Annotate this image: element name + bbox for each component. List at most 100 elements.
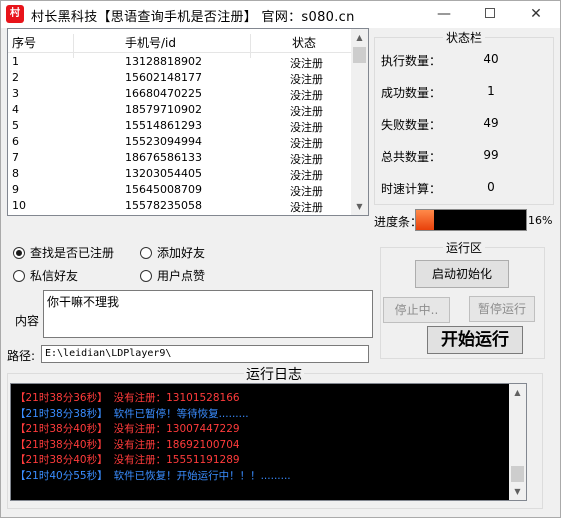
scroll-thumb[interactable] xyxy=(511,466,524,482)
log-timestamp: 【21时38分40秒】 xyxy=(15,423,108,435)
progress-fill xyxy=(416,210,434,230)
radio-user-like[interactable]: 用户点赞 xyxy=(140,267,205,284)
maximize-button[interactable] xyxy=(467,1,513,28)
table-scrollbar[interactable]: ▲ ▼ xyxy=(351,29,368,215)
total-count-value: 99 xyxy=(483,148,499,162)
table-row[interactable]: 8 13203054405 没注册 xyxy=(8,166,353,182)
result-table[interactable]: 序号 手机号/id 状态 1 13128818902 没注册 2 15602148177… xyxy=(7,28,369,216)
radio-label: 添加好友 xyxy=(157,246,206,260)
row-index: 7 xyxy=(12,151,19,164)
row-status: 没注册 xyxy=(290,169,323,182)
row-status: 没注册 xyxy=(290,105,323,118)
table-row[interactable]: 3 16680470225 没注册 xyxy=(8,86,353,102)
radio-label: 用户点赞 xyxy=(157,269,206,283)
log-message: 软件已暂停！等待恢复......... xyxy=(113,407,249,420)
row-index: 2 xyxy=(12,71,19,84)
log-line: 【21时38分40秒】 没有注册：15551191289 xyxy=(15,452,240,467)
log-line: 【21时38分40秒】 没有注册：18692100704 xyxy=(15,437,240,452)
path-input[interactable]: E:\leidian\LDPlayer9\ xyxy=(41,345,369,363)
table-row[interactable]: 9 15645008709 没注册 xyxy=(8,182,353,198)
row-status: 没注册 xyxy=(290,121,323,134)
minimize-button[interactable]: — xyxy=(421,1,467,28)
table-row[interactable]: 1 13128818902 没注册 xyxy=(8,54,353,70)
radio-label: 私信好友 xyxy=(30,269,79,283)
row-status: 没注册 xyxy=(290,89,323,102)
row-index: 5 xyxy=(12,119,19,132)
row-status: 没注册 xyxy=(290,73,323,86)
success-count-value: 1 xyxy=(487,84,495,98)
speed-label: 时速计算： xyxy=(381,182,442,196)
row-index: 8 xyxy=(12,167,19,180)
failed-count-label: 失败数量： xyxy=(381,118,442,132)
table-row[interactable]: 6 15523094994 没注册 xyxy=(8,134,353,150)
log-line: 【21时38分40秒】 没有注册：13007447229 xyxy=(15,421,240,436)
status-panel-title: 状态栏 xyxy=(443,29,486,46)
scroll-thumb[interactable] xyxy=(353,47,366,63)
table-row[interactable]: 2 15602148177 没注册 xyxy=(8,70,353,86)
window-title: 村长黑科技【思语查询手机是否注册】 官网：s080.cn xyxy=(31,10,355,25)
radio-add-friend[interactable]: 添加好友 xyxy=(140,244,205,261)
radio-dot[interactable] xyxy=(13,269,25,282)
table-row[interactable]: 10 15578235058 没注册 xyxy=(8,198,353,214)
stop-button[interactable]: 停止中.. xyxy=(383,297,450,323)
scroll-up-icon[interactable]: ▲ xyxy=(509,384,526,401)
total-count-label: 总共数量： xyxy=(381,150,442,164)
row-phone: 13128818902 xyxy=(125,55,202,68)
log-timestamp: 【21时38分36秒】 xyxy=(15,392,108,404)
app-logo-icon: 村 xyxy=(6,5,24,23)
radio-private-friend[interactable]: 私信好友 xyxy=(13,267,78,284)
header-index[interactable]: 序号 xyxy=(12,34,36,51)
close-button[interactable]: ✕ xyxy=(513,1,559,28)
row-index: 9 xyxy=(12,183,19,196)
row-status: 没注册 xyxy=(290,201,323,214)
row-index: 3 xyxy=(12,87,19,100)
table-header: 序号 手机号/id 状态 xyxy=(8,29,353,58)
log-message: 没有注册：15551191289 xyxy=(113,454,240,466)
log-scrollbar[interactable]: ▲ ▼ xyxy=(509,384,526,500)
row-phone: 13203054405 xyxy=(125,167,202,180)
row-status: 没注册 xyxy=(290,185,323,198)
row-status: 没注册 xyxy=(290,57,323,70)
content-textarea[interactable]: 你干嘛不理我 xyxy=(43,290,373,338)
radio-dot[interactable] xyxy=(140,246,152,259)
table-row[interactable]: 5 15514861293 没注册 xyxy=(8,118,353,134)
path-label: 路径: xyxy=(7,349,36,363)
row-phone: 18676586133 xyxy=(125,151,202,164)
log-message: 没有注册：13101528166 xyxy=(113,392,240,404)
log-message: 没有注册：13007447229 xyxy=(113,423,240,435)
row-index: 10 xyxy=(12,199,26,212)
radio-dot-checked[interactable] xyxy=(13,246,25,259)
row-phone: 15514861293 xyxy=(125,119,202,132)
row-phone: 15523094994 xyxy=(125,135,202,148)
row-status: 没注册 xyxy=(290,153,323,166)
radio-dot[interactable] xyxy=(140,269,152,282)
log-line: 【21时38分36秒】 没有注册：13101528166 xyxy=(15,390,240,405)
log-timestamp: 【21时38分40秒】 xyxy=(15,454,108,466)
scroll-down-icon[interactable]: ▼ xyxy=(351,198,368,215)
table-row[interactable]: 7 18676586133 没注册 xyxy=(8,150,353,166)
scroll-down-icon[interactable]: ▼ xyxy=(509,483,526,500)
log-message: 没有注册：18692100704 xyxy=(113,438,240,451)
log-timestamp: 【21时40分55秒】 xyxy=(15,469,108,482)
progress-bar xyxy=(415,209,527,231)
row-status: 没注册 xyxy=(290,137,323,150)
header-phone[interactable]: 手机号/id xyxy=(125,34,176,51)
row-index: 6 xyxy=(12,135,19,148)
row-phone: 15602148177 xyxy=(125,71,202,84)
radio-label: 查找是否已注册 xyxy=(30,246,115,260)
start-button[interactable]: 开始运行 xyxy=(427,326,523,354)
scroll-up-icon[interactable]: ▲ xyxy=(351,29,368,46)
header-status[interactable]: 状态 xyxy=(292,34,316,51)
pause-button[interactable]: 暂停运行 xyxy=(469,296,535,322)
executed-count-label: 执行数量： xyxy=(381,54,442,68)
title-bar: 村 村长黑科技【思语查询手机是否注册】 官网：s080.cn — ✕ xyxy=(1,1,560,28)
table-row[interactable]: 4 18579710902 没注册 xyxy=(8,102,353,118)
row-phone: 15578235058 xyxy=(125,199,202,212)
init-button[interactable]: 启动初始化 xyxy=(415,260,509,288)
app-window: 村 村长黑科技【思语查询手机是否注册】 官网：s080.cn — ✕ 序号 手机… xyxy=(0,0,561,518)
log-output[interactable]: 【21时38分36秒】 没有注册：13101528166 【21时38分38秒】 软件… xyxy=(10,383,527,501)
row-index: 4 xyxy=(12,103,19,116)
radio-check-registered[interactable]: 查找是否已注册 xyxy=(13,244,114,261)
executed-count-value: 40 xyxy=(483,52,499,66)
failed-count-value: 49 xyxy=(483,116,499,130)
